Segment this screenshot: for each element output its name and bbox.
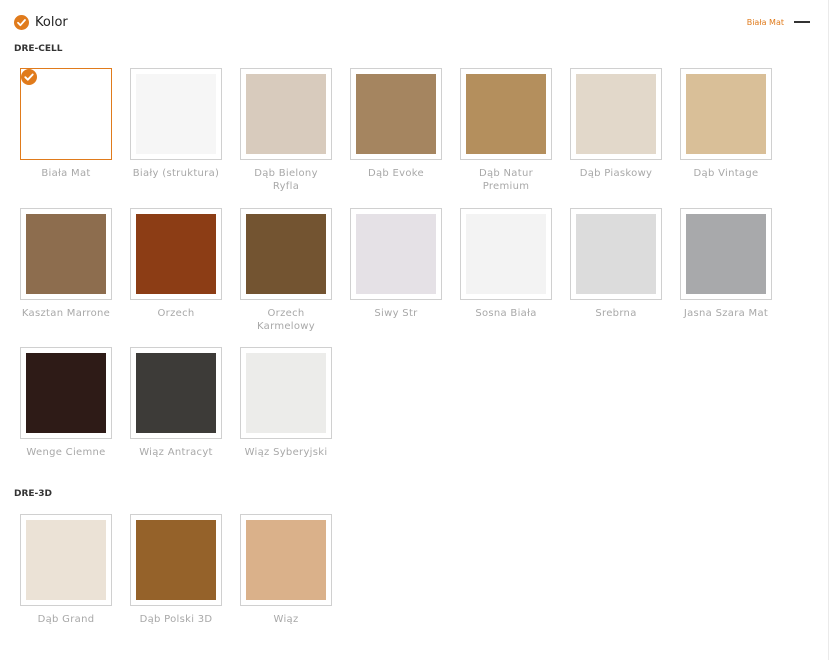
selected-color-value: Biała Mat (746, 18, 784, 27)
swatch-frame (570, 208, 662, 300)
swatch-color (246, 353, 326, 433)
swatch-color (136, 74, 216, 154)
swatch-frame (460, 208, 552, 300)
swatch-color (686, 214, 766, 294)
swatch-color (26, 520, 106, 600)
color-swatch[interactable]: Wiąz (240, 514, 332, 626)
swatch-label: Sosna Biała (475, 308, 537, 319)
swatch-label: Jasna Szara Mat (683, 308, 769, 319)
swatch-color (356, 214, 436, 294)
color-swatch[interactable]: Dąb Grand (20, 514, 112, 626)
swatch-color (686, 74, 766, 154)
color-swatch[interactable]: Biały (struktura) (130, 68, 222, 180)
color-swatch[interactable]: Orzech Karmelowy (240, 208, 332, 333)
swatch-color (26, 74, 106, 154)
color-swatch[interactable]: Wenge Ciemne (20, 347, 112, 459)
swatch-color (246, 520, 326, 600)
swatch-label: Dąb Vintage (693, 168, 759, 179)
swatch-frame (240, 68, 332, 160)
swatch-color (246, 214, 326, 294)
swatch-frame (130, 208, 222, 300)
minus-icon[interactable] (794, 21, 810, 23)
swatch-frame (460, 68, 552, 160)
swatch-label: Kasztan Marrone (21, 308, 111, 319)
swatch-color (576, 74, 656, 154)
color-section-header[interactable]: Kolor Biała Mat (14, 14, 814, 32)
swatch-color (136, 520, 216, 600)
check-circle-icon (14, 15, 29, 30)
swatch-label: Wiąz Antracyt (139, 447, 213, 458)
color-swatch[interactable]: Biała Mat (20, 68, 112, 180)
swatch-color (356, 74, 436, 154)
color-swatch[interactable]: Wiąz Antracyt (130, 347, 222, 459)
swatch-frame (20, 208, 112, 300)
swatch-frame (680, 208, 772, 300)
swatch-label: Dąb Polski 3D (139, 614, 213, 625)
color-swatch[interactable]: Srebrna (570, 208, 662, 320)
swatch-label: Wenge Ciemne (26, 447, 106, 458)
swatch-label: Dąb Piaskowy (579, 168, 653, 179)
color-swatch[interactable]: Dąb Bielony Ryfla (240, 68, 332, 193)
swatch-frame (20, 514, 112, 606)
color-swatch[interactable]: Dąb Evoke (350, 68, 442, 180)
swatch-color (26, 214, 106, 294)
section-title: Kolor (35, 15, 68, 30)
color-swatch[interactable]: Dąb Polski 3D (130, 514, 222, 626)
swatch-label: Wiąz (273, 614, 299, 625)
color-swatch[interactable]: Sosna Biała (460, 208, 552, 320)
swatch-label: Dąb Bielony Ryfla (254, 168, 318, 192)
swatch-label: Wiąz Syberyjski (244, 447, 328, 458)
swatch-label: Dąb Grand (37, 614, 95, 625)
swatch-label: Dąb Evoke (368, 168, 424, 179)
swatch-color (136, 214, 216, 294)
color-swatch[interactable]: Dąb Vintage (680, 68, 772, 180)
color-swatch[interactable]: Dąb Piaskowy (570, 68, 662, 180)
group-label-dre-cell: DRE-CELL (14, 44, 63, 54)
check-circle-icon (21, 69, 37, 85)
swatch-frame (20, 347, 112, 439)
swatch-label: Dąb Natur Premium (478, 168, 534, 192)
swatch-frame (240, 514, 332, 606)
swatch-frame (570, 68, 662, 160)
swatch-frame (130, 514, 222, 606)
swatch-frame (350, 208, 442, 300)
scrollbar[interactable] (828, 0, 829, 660)
swatch-label: Srebrna (595, 308, 637, 319)
swatch-frame (680, 68, 772, 160)
color-swatch[interactable]: Kasztan Marrone (20, 208, 112, 320)
swatch-frame (240, 347, 332, 439)
swatch-frame (130, 68, 222, 160)
swatch-frame (130, 347, 222, 439)
swatch-frame (240, 208, 332, 300)
swatch-color (246, 74, 326, 154)
color-swatch[interactable]: Dąb Natur Premium (460, 68, 552, 193)
swatch-label: Biały (struktura) (132, 168, 220, 179)
color-swatch[interactable]: Orzech (130, 208, 222, 320)
swatch-label: Orzech (157, 308, 195, 319)
group-label-dre-3d: DRE-3D (14, 489, 53, 499)
swatch-label: Siwy Str (374, 308, 418, 319)
swatch-color (136, 353, 216, 433)
color-swatch[interactable]: Jasna Szara Mat (680, 208, 772, 320)
swatch-label: Biała Mat (41, 168, 91, 179)
swatch-label: Orzech Karmelowy (256, 308, 316, 332)
swatch-color (26, 353, 106, 433)
color-swatch[interactable]: Wiąz Syberyjski (240, 347, 332, 459)
swatch-color (466, 214, 546, 294)
swatch-color (576, 214, 656, 294)
color-swatch[interactable]: Siwy Str (350, 208, 442, 320)
swatch-color (466, 74, 546, 154)
swatch-frame (350, 68, 442, 160)
